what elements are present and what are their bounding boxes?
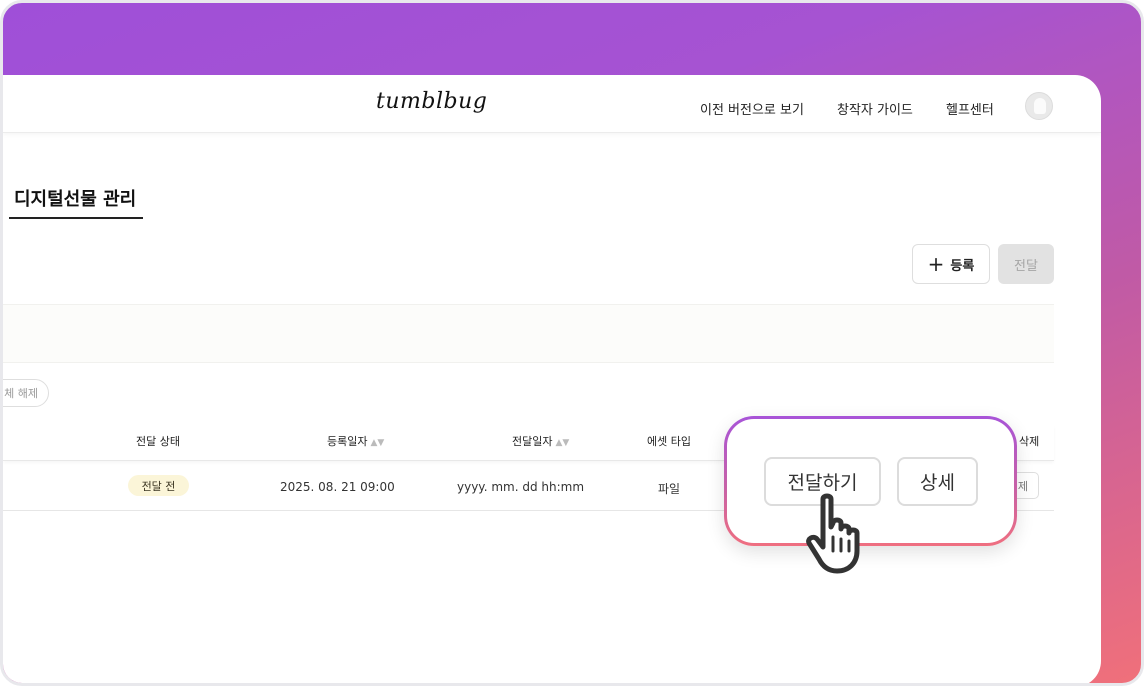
nav-previous-version-link[interactable]: 이전 버전으로 보기 <box>700 99 804 118</box>
gradient-frame: tumblbug 이전 버전으로 보기 창작자 가이드 헬프센터 디지털선물 관… <box>0 0 1144 686</box>
browser-window: tumblbug 이전 버전으로 보기 창작자 가이드 헬프센터 디지털선물 관… <box>3 75 1101 683</box>
sort-icon: ▲▼ <box>555 438 570 448</box>
status-badge: 전달 전 <box>128 475 189 496</box>
plus-icon: + <box>927 252 945 276</box>
column-header-registered-at[interactable]: 등록일자 ▲▼ <box>327 433 384 449</box>
column-header-asset-type: 에셋 타입 <box>647 435 691 448</box>
deliver-button[interactable]: 전달 <box>998 244 1054 284</box>
register-button-label: 등록 <box>950 258 975 274</box>
title-tab-underline <box>9 217 143 219</box>
column-header-delivered-at[interactable]: 전달일자 ▲▼ <box>512 433 569 449</box>
user-avatar[interactable] <box>1025 92 1053 120</box>
nav-help-center-link[interactable]: 헬프센터 <box>946 99 994 118</box>
column-header-delete: 삭제 <box>1019 435 1040 448</box>
cell-delivered-at: yyyy. mm. dd hh:mm <box>457 480 585 494</box>
nav-creator-guide-link[interactable]: 창작자 가이드 <box>837 99 913 118</box>
sort-icon: ▲▼ <box>370 438 385 448</box>
cell-asset-type: 파일 <box>658 482 681 496</box>
column-header-status: 전달 상태 <box>136 435 180 448</box>
top-header: tumblbug 이전 버전으로 보기 창작자 가이드 헬프센터 <box>3 75 1101 133</box>
hand-pointer-icon <box>806 493 860 574</box>
register-button[interactable]: + 등록 <box>912 244 990 284</box>
tumblbug-logo[interactable]: tumblbug <box>376 89 487 114</box>
detail-button[interactable]: 상세 <box>897 457 978 506</box>
clear-selection-chip[interactable]: 체 해제 <box>3 379 49 407</box>
page-title: 디지털선물 관리 <box>14 189 137 210</box>
filter-area <box>3 304 1054 363</box>
cell-registered-at: 2025. 08. 21 09:00 <box>280 480 395 494</box>
